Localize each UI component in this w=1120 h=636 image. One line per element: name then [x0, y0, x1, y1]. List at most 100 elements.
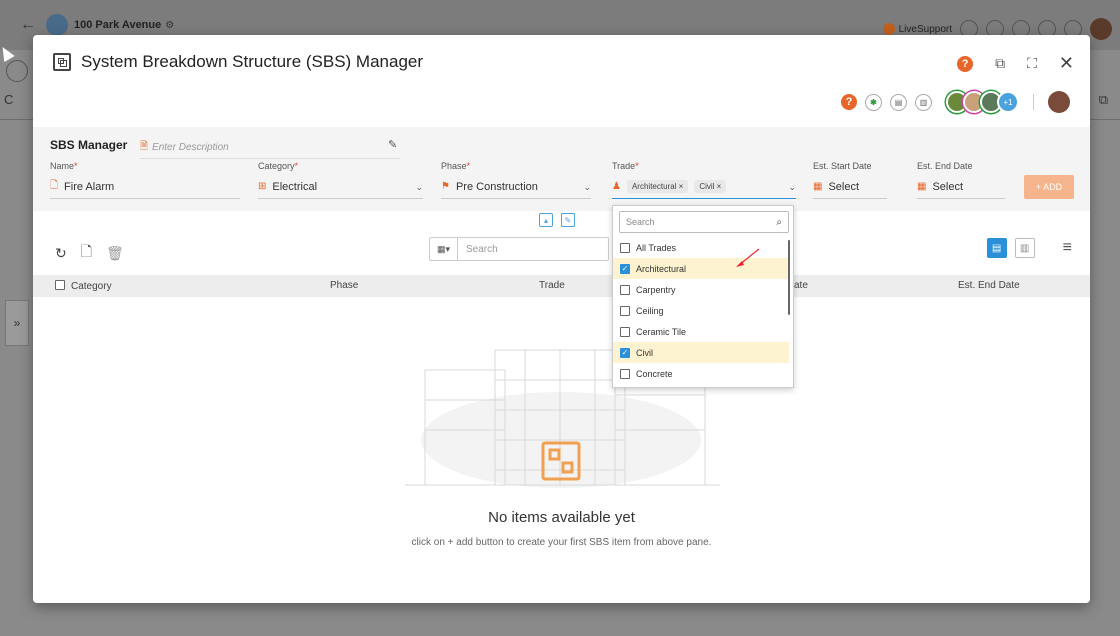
user-avatar[interactable]: [1090, 18, 1112, 40]
description-field[interactable]: 🗎 Enter Description: [140, 139, 400, 159]
live-support-icon: [882, 23, 895, 35]
column-trade[interactable]: Trade: [539, 280, 565, 291]
trade-option[interactable]: Ceiling: [613, 300, 789, 321]
add-button[interactable]: + ADD: [1024, 175, 1074, 199]
select-all-checkbox[interactable]: [55, 280, 65, 290]
filter-dropdown-icon[interactable]: ▦▾: [430, 238, 458, 260]
live-support-button[interactable]: LiveSupport: [882, 23, 952, 35]
collapse-up-icon[interactable]: ▴: [539, 213, 553, 227]
category-icon: ⊞: [258, 181, 267, 192]
description-placeholder: Enter Description: [152, 142, 229, 153]
trade-option[interactable]: ✓ Architectural: [613, 258, 789, 279]
chart-view-icon[interactable]: ▥: [1014, 238, 1035, 258]
column-start-date[interactable]: ate: [794, 280, 808, 291]
dropdown-scrollbar[interactable]: [788, 240, 790, 315]
category-value: Electrical: [272, 180, 318, 193]
column-phase[interactable]: Phase: [330, 280, 358, 291]
sbs-icon: [53, 53, 71, 71]
end-date-field: Est. End Date ▦ Select: [917, 161, 1005, 199]
edit-pencil-icon[interactable]: ✎: [388, 138, 397, 151]
pin-icon[interactable]: ✎: [561, 213, 575, 227]
chevron-down-icon: ⌄: [583, 182, 591, 192]
phase-value: Pre Construction: [455, 180, 538, 193]
refresh-icon[interactable]: ↻: [55, 245, 67, 262]
app-shortcut-icon[interactable]: ▤: [890, 93, 907, 111]
flag-icon: ⚑: [441, 181, 450, 192]
more-avatars-badge[interactable]: +1: [997, 91, 1019, 113]
expand-sidebar-button[interactable]: »: [5, 300, 29, 346]
sbs-form: SBS Manager 🗎 Enter Description ✎ Name* …: [33, 127, 1090, 211]
trade-chip[interactable]: Architectural ×: [626, 180, 689, 193]
hamburger-menu-icon[interactable]: ≡: [1063, 239, 1072, 257]
checkbox[interactable]: ✓: [620, 347, 630, 358]
start-date-picker[interactable]: ▦ Select: [813, 179, 887, 199]
current-user-avatar[interactable]: [1048, 91, 1070, 113]
annotation-arrow: [736, 248, 760, 267]
calendar-icon: ▦: [917, 181, 927, 192]
start-date-value: Select: [828, 180, 860, 193]
column-category[interactable]: Category: [55, 280, 112, 292]
trade-dropdown: Search ⌕ All Trades ✓ Architectural Carpent…: [612, 205, 794, 388]
trade-option-label: Architectural: [636, 263, 687, 274]
background-refresh-icon: C: [4, 92, 14, 107]
end-date-label: Est. End Date: [917, 161, 973, 171]
project-name[interactable]: 100 Park Avenue: [74, 19, 161, 31]
trade-option-label: Concrete: [636, 368, 673, 379]
trade-option[interactable]: Carpentry: [613, 279, 789, 300]
app-shortcut-icon[interactable]: ▥: [915, 93, 932, 111]
trade-chip[interactable]: Civil ×: [694, 180, 727, 193]
back-arrow-icon[interactable]: ←: [20, 16, 36, 34]
worker-icon: ♟: [612, 181, 621, 192]
trade-option[interactable]: Concrete: [613, 363, 789, 384]
trade-option-label: Ceramic Tile: [636, 326, 687, 337]
trade-option[interactable]: Ceramic Tile: [613, 321, 789, 342]
trade-option[interactable]: All Trades: [613, 237, 789, 258]
empty-state-subtitle: click on + add button to create your fir…: [411, 537, 712, 548]
grid-toolbar: ↻ 🗋 🗑 ▦▾ Search ▤ ▥ ≡: [33, 233, 1090, 265]
end-date-value: Select: [932, 180, 964, 193]
checkbox[interactable]: [620, 368, 630, 379]
checkbox[interactable]: [620, 284, 630, 295]
search-icon: ⌕: [776, 216, 782, 228]
divider: [1033, 94, 1034, 110]
checkbox[interactable]: [620, 305, 630, 316]
toolbar-actions: ↻ 🗋 🗑: [55, 241, 124, 265]
modal-title-group: System Breakdown Structure (SBS) Manager: [53, 52, 423, 72]
delete-icon[interactable]: 🗑: [106, 245, 124, 262]
grid-search-input[interactable]: Search: [466, 244, 498, 255]
empty-state-title: No items available yet: [488, 509, 635, 526]
column-end-date[interactable]: Est. End Date: [958, 280, 1020, 291]
collaborator-avatars[interactable]: +1: [946, 91, 1019, 113]
gear-icon[interactable]: ⚙: [165, 20, 174, 31]
background-external-link-icon: ⧉: [1098, 92, 1108, 107]
fullscreen-icon[interactable]: ⛶: [1027, 55, 1037, 72]
live-support-label: LiveSupport: [898, 23, 952, 35]
form-section-title: SBS Manager: [50, 138, 128, 152]
checkbox[interactable]: [620, 242, 630, 253]
list-view-icon[interactable]: ▤: [986, 238, 1007, 258]
category-select[interactable]: ⊞ Electrical ⌄: [258, 179, 423, 199]
checkbox[interactable]: ✓: [620, 263, 630, 274]
name-field: Name* 🗋 Fire Alarm: [50, 161, 240, 199]
name-input[interactable]: 🗋 Fire Alarm: [50, 179, 240, 199]
phase-select[interactable]: ⚑ Pre Construction ⌄: [441, 179, 591, 199]
form-collapse-controls: ▴ ✎: [539, 213, 575, 227]
trade-option-label: Civil: [636, 347, 653, 358]
help-icon[interactable]: ?: [957, 55, 974, 72]
export-file-icon[interactable]: 🗋: [81, 241, 92, 265]
checkbox[interactable]: [620, 326, 630, 337]
end-date-picker[interactable]: ▦ Select: [917, 179, 1005, 199]
document-icon: 🗋: [50, 180, 59, 191]
trade-search-input[interactable]: Search ⌕: [619, 211, 789, 233]
name-value: Fire Alarm: [64, 180, 115, 193]
trade-option[interactable]: ✓ Civil: [613, 342, 789, 363]
close-icon[interactable]: ✕: [1059, 53, 1074, 74]
app-shortcut-icon[interactable]: ✱: [865, 93, 882, 111]
document-icon: 🗎: [140, 141, 149, 152]
chevron-down-icon: ⌄: [415, 182, 423, 192]
help-icon[interactable]: ?: [841, 94, 857, 110]
open-external-icon[interactable]: ⧉: [995, 55, 1005, 72]
trade-select[interactable]: ♟ Architectural × Civil × ⌄: [612, 179, 796, 199]
phase-label: Phase*: [441, 161, 471, 171]
category-field: Category* ⊞ Electrical ⌄: [258, 161, 423, 199]
